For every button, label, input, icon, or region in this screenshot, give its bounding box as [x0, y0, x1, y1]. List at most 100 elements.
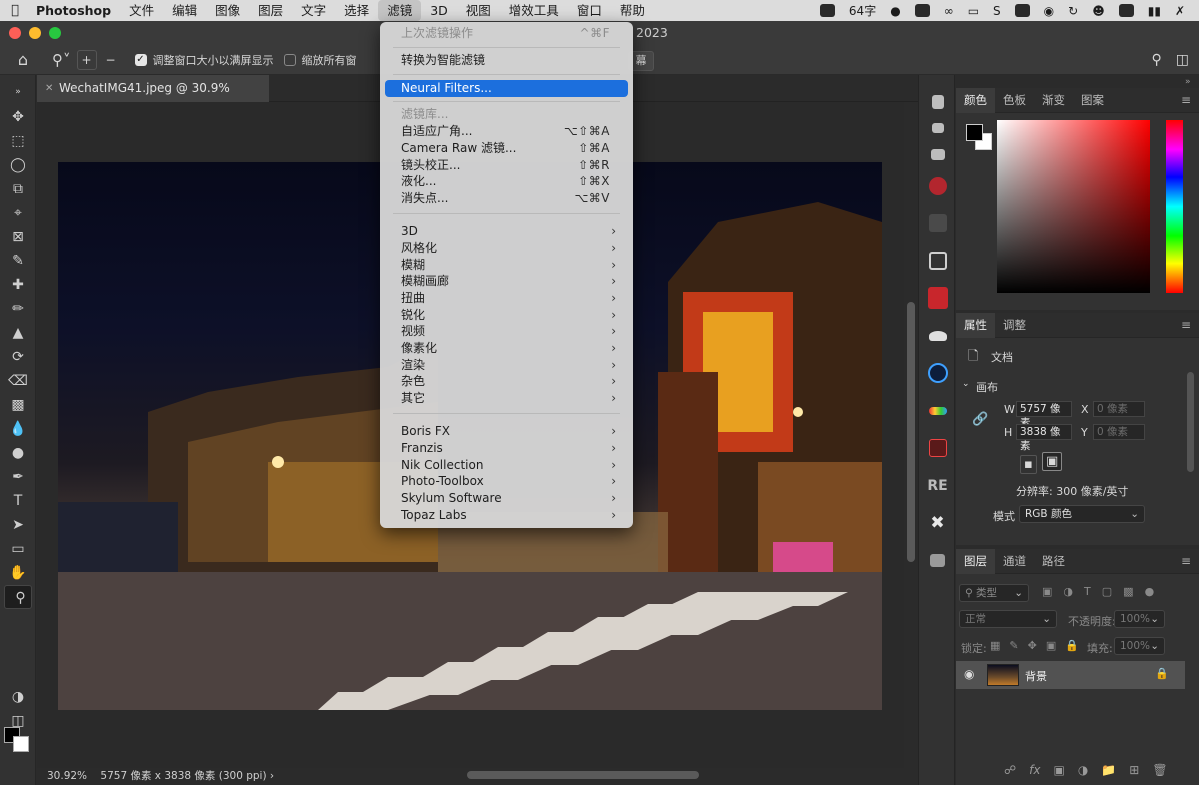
y-field[interactable]: 0 像素	[1093, 424, 1145, 440]
tab-properties[interactable]: 属性	[956, 312, 995, 338]
last-filter-item[interactable]: 上次滤镜操作 ^⌘F	[385, 25, 628, 42]
submenu-render[interactable]: 渲染 ›	[385, 357, 628, 374]
plugin-dxo-icon[interactable]	[919, 280, 956, 318]
zoom-all-checkbox[interactable]	[283, 53, 296, 66]
tab-gradients[interactable]: 渐变	[1034, 88, 1073, 113]
menu-layer[interactable]: 图层	[249, 0, 292, 21]
object-select-tool-icon[interactable]: ⧉	[0, 177, 36, 201]
menu-view[interactable]: 视图	[457, 0, 500, 21]
smart-object-filter-icon[interactable]: ▩	[1123, 585, 1133, 598]
plugin-x-red-icon[interactable]	[919, 430, 956, 468]
eraser-tool-icon[interactable]: ⌫	[0, 369, 36, 393]
eye-icon[interactable]: ◉	[964, 667, 974, 681]
battery-icon[interactable]: ▮▮	[1148, 4, 1161, 18]
new-group-icon[interactable]: 📁	[1101, 763, 1116, 777]
microphone-icon[interactable]: ●	[890, 4, 900, 18]
adjustment-filter-icon[interactable]: ◑	[1063, 585, 1073, 598]
menu-app[interactable]: Photoshop	[30, 0, 120, 21]
submenu-blur[interactable]: 模糊 ›	[385, 257, 628, 274]
tab-swatches[interactable]: 色板	[995, 88, 1034, 113]
eyedropper-tool-icon[interactable]: ✎	[0, 249, 36, 273]
x-field[interactable]: 0 像素	[1093, 401, 1145, 417]
timer-icon[interactable]: ↻	[1068, 4, 1078, 18]
screen-mode-icon[interactable]: ◫	[0, 709, 36, 733]
vertical-scroll-thumb[interactable]	[907, 302, 915, 562]
plugin-re-icon[interactable]: RE	[919, 467, 956, 505]
link-dimensions-icon[interactable]: 🔗	[972, 412, 988, 427]
pixel-filter-icon[interactable]: ▣	[1042, 585, 1052, 598]
vanishing-point-item[interactable]: 消失点... ⌥⌘V	[385, 190, 628, 207]
convert-smart-filter-item[interactable]: 转换为智能滤镜	[385, 52, 628, 69]
plugin-x-icon[interactable]: ✖	[919, 505, 956, 543]
zoom-in-button[interactable]: +	[76, 49, 97, 70]
neural-filters-item[interactable]: Neural Filters...	[385, 80, 628, 97]
background-color-swatch[interactable]	[13, 736, 29, 752]
plugin-photo-toolbox[interactable]: Photo-Toolbox ›	[385, 473, 628, 490]
submenu-other[interactable]: 其它 ›	[385, 390, 628, 407]
menu-plugins[interactable]: 增效工具	[500, 0, 568, 21]
chevron-down-icon[interactable]: ⌄	[962, 379, 970, 389]
wifi-off-icon[interactable]: ✗	[1175, 4, 1185, 18]
dodge-tool-icon[interactable]: ●	[0, 441, 36, 465]
liquify-item[interactable]: 液化... ⇧⌘X	[385, 173, 628, 190]
status-doc-info[interactable]: 5757 像素 x 3838 像素 (300 ppi)	[100, 770, 266, 782]
menu-3d[interactable]: 3D	[421, 0, 457, 21]
collapse-tools-icon[interactable]: »	[0, 75, 36, 105]
zoom-tool-preset-icon[interactable]: ⚲˅	[46, 51, 77, 69]
status-arrow-icon[interactable]: ›	[270, 770, 274, 782]
type-filter-icon[interactable]: T	[1084, 585, 1091, 598]
color-panel-foreground-swatch[interactable]	[966, 124, 983, 141]
width-field[interactable]: 5757 像素	[1016, 401, 1072, 429]
fill-field[interactable]: 100% ⌄	[1114, 637, 1165, 655]
adaptive-wide-angle-item[interactable]: 自适应广角... ⌥⇧⌘A	[385, 123, 628, 140]
panel-menu-icon[interactable]: ≡	[1181, 554, 1199, 568]
plugin-red-circle-icon[interactable]	[919, 167, 956, 205]
plugin-franzis[interactable]: Franzis ›	[385, 440, 628, 457]
lock-position-icon[interactable]: ✥	[1028, 639, 1037, 652]
lock-pixels-icon[interactable]: ✎	[1009, 639, 1018, 652]
submenu-stylize[interactable]: 风格化 ›	[385, 240, 628, 257]
height-field[interactable]: 3838 像素	[1016, 424, 1072, 452]
minimize-window-button[interactable]	[29, 27, 41, 39]
blend-mode-select[interactable]: 正常 ⌄	[959, 610, 1057, 628]
tab-adjustments[interactable]: 调整	[995, 313, 1034, 338]
delete-layer-icon[interactable]: 🗑	[1152, 763, 1167, 777]
user-icon[interactable]: ☻	[1092, 4, 1105, 18]
search-icon[interactable]: ⚲	[1152, 52, 1162, 68]
properties-scroll-thumb[interactable]	[1187, 372, 1194, 472]
submenu-noise[interactable]: 杂色 ›	[385, 373, 628, 390]
filter-gallery-item[interactable]: 滤镜库...	[385, 106, 628, 123]
new-adjustment-icon[interactable]: ◑	[1078, 763, 1088, 777]
menu-filter[interactable]: 滤镜	[378, 0, 422, 21]
toggle-icon[interactable]: ▭	[968, 4, 979, 18]
plugin-infinity-icon[interactable]	[919, 392, 956, 430]
history-brush-tool-icon[interactable]: ⟳	[0, 345, 36, 369]
menu-select[interactable]: 选择	[335, 0, 378, 21]
input-method-icon[interactable]	[914, 4, 930, 17]
lock-artboard-icon[interactable]: ▣	[1046, 639, 1056, 652]
tab-patterns[interactable]: 图案	[1073, 88, 1112, 113]
lock-transparent-icon[interactable]: ▦	[990, 639, 1000, 652]
panel-menu-icon[interactable]: ≡	[1181, 318, 1199, 332]
layer-name[interactable]: 背景	[1025, 668, 1047, 684]
hue-slider[interactable]	[1166, 120, 1183, 293]
new-layer-icon[interactable]: ⊞	[1129, 763, 1139, 777]
collapse-panels-icon[interactable]: »	[1185, 77, 1191, 87]
status-zoom[interactable]: 30.92%	[47, 770, 87, 782]
menu-help[interactable]: 帮助	[611, 0, 654, 21]
plugin-topaz-labs[interactable]: Topaz Labs ›	[385, 507, 628, 524]
landscape-orientation-icon[interactable]: ▣	[1042, 452, 1063, 471]
plugin-edit-icon[interactable]	[919, 242, 956, 280]
panel-menu-icon[interactable]: ≡	[1181, 93, 1199, 107]
submenu-distort[interactable]: 扭曲 ›	[385, 290, 628, 307]
close-tab-icon[interactable]: ✕	[45, 75, 53, 102]
zoom-tool-icon[interactable]: ⚲	[4, 585, 32, 609]
tab-color[interactable]: 颜色	[956, 87, 995, 113]
s-badge-icon[interactable]	[1118, 4, 1134, 17]
shape-filter-icon[interactable]: ▢	[1102, 585, 1112, 598]
apple-icon[interactable]: 	[0, 3, 30, 18]
plugin-boris-fx[interactable]: Boris FX ›	[385, 423, 628, 440]
zoom-out-button[interactable]: −	[101, 50, 121, 70]
fx-icon[interactable]: fx	[1029, 763, 1040, 777]
zoom-window-button[interactable]	[49, 27, 61, 39]
